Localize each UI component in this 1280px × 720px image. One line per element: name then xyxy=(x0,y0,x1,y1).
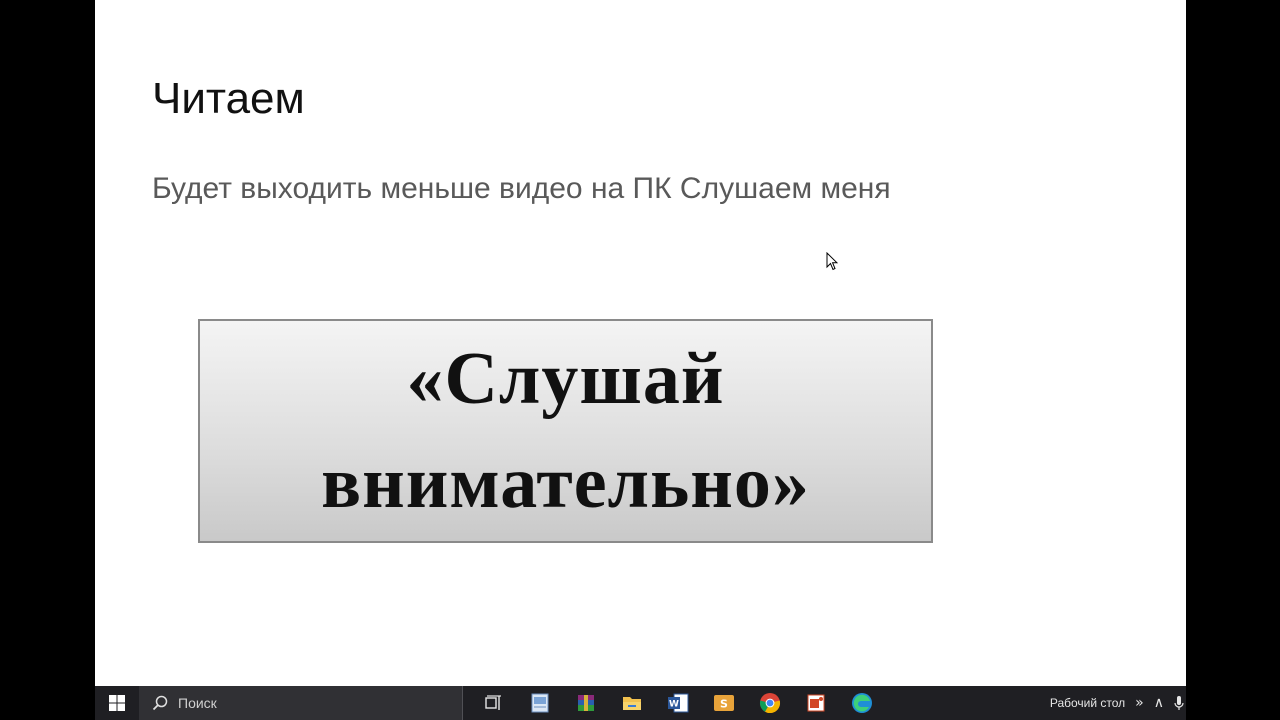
banner-line-1: «Слушай xyxy=(406,338,725,420)
start-button[interactable] xyxy=(95,686,139,720)
taskbar-app-presentation[interactable] xyxy=(517,686,563,720)
toolbar-expand-icon[interactable]: » xyxy=(1135,695,1144,711)
task-view-icon xyxy=(485,695,501,710)
chrome-icon xyxy=(759,693,781,714)
desktop-toolbar-label[interactable]: Рабочий стол xyxy=(1050,696,1125,710)
slide-subtitle: Будет выходить меньше видео на ПК Слушае… xyxy=(152,172,891,205)
search-icon xyxy=(152,695,168,711)
mouse-pointer-icon xyxy=(826,252,838,271)
slides-app-icon: S xyxy=(714,695,734,711)
banner-line-2: внимательно» xyxy=(321,442,810,524)
taskbar-app-slides[interactable]: S xyxy=(701,686,747,720)
svg-text:W: W xyxy=(669,700,679,710)
show-hidden-icons-button[interactable]: ∧ xyxy=(1154,695,1164,711)
windows-logo-icon xyxy=(109,695,125,711)
winrar-icon xyxy=(578,695,594,711)
taskbar-app-edge[interactable] xyxy=(839,686,885,720)
taskbar-search-box[interactable]: Поиск xyxy=(139,686,463,720)
presentation-slide: Читаем Будет выходить меньше видео на ПК… xyxy=(95,0,1186,686)
system-tray: Рабочий стол » ∧ xyxy=(1050,686,1186,720)
presentation-app-icon xyxy=(531,693,549,713)
taskbar: Поиск W S Рабочий стол » ∧ xyxy=(95,686,1186,720)
slide-title: Читаем xyxy=(152,74,305,123)
microphone-icon[interactable] xyxy=(1174,695,1184,711)
svg-text:S: S xyxy=(720,698,728,711)
taskbar-app-winrar[interactable] xyxy=(563,686,609,720)
word-icon: W xyxy=(668,693,689,713)
edge-icon xyxy=(852,693,872,713)
taskbar-app-word[interactable]: W xyxy=(655,686,701,720)
taskbar-app-explorer[interactable] xyxy=(609,686,655,720)
search-placeholder: Поиск xyxy=(178,695,217,711)
task-view-button[interactable] xyxy=(471,686,517,720)
listen-carefully-banner: «Слушай внимательно» xyxy=(198,319,933,543)
office-icon xyxy=(807,694,825,712)
taskbar-app-office[interactable] xyxy=(793,686,839,720)
file-explorer-icon xyxy=(623,697,641,710)
taskbar-app-chrome[interactable] xyxy=(747,686,793,720)
